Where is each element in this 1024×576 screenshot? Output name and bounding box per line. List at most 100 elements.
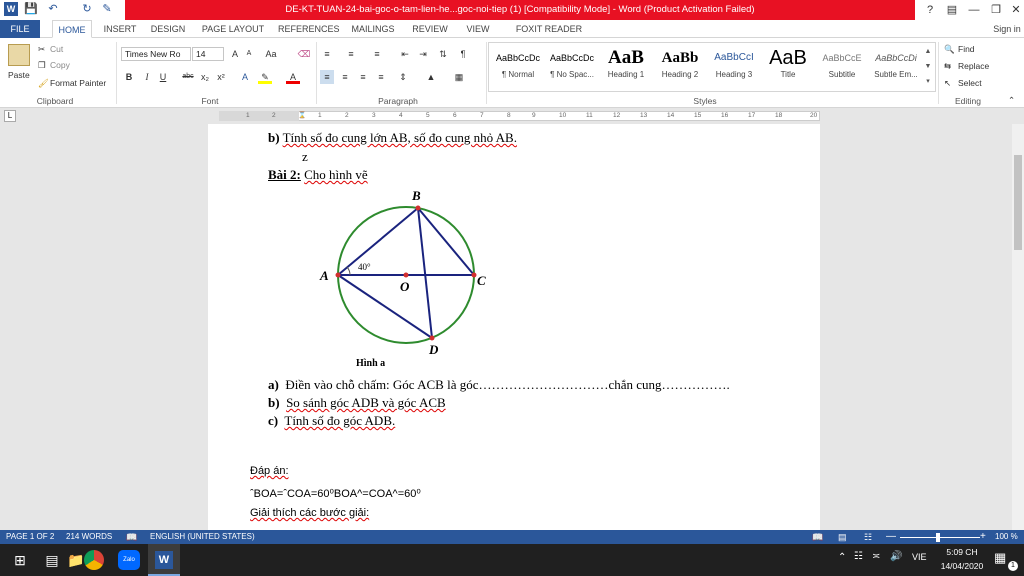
tab-foxit-reader-pdf[interactable]: FOXIT READER PDF xyxy=(506,20,592,52)
style-normal[interactable]: AaBbCcDc ¶ Normal xyxy=(490,44,546,92)
replace-icon[interactable]: ⇆ xyxy=(944,61,951,72)
find-button[interactable]: Find xyxy=(958,44,975,54)
zoom-out-icon[interactable]: — xyxy=(886,530,896,544)
page-count[interactable]: PAGE 1 OF 2 xyxy=(6,530,54,544)
line-spacing-icon[interactable]: ⇕ xyxy=(396,70,410,84)
multilevel-list-icon[interactable]: ≡ xyxy=(370,47,384,61)
font-color-icon[interactable]: A xyxy=(286,70,300,84)
underline-button[interactable]: U xyxy=(156,70,170,84)
format-painter-button[interactable]: Format Painter xyxy=(50,78,106,88)
indent-marker-icon[interactable]: ⌛ xyxy=(298,111,306,121)
bold-button[interactable]: B xyxy=(122,70,136,84)
style-heading-1[interactable]: AaB Heading 1 xyxy=(598,44,654,92)
minimize-icon[interactable]: — xyxy=(962,0,986,20)
proofing-icon[interactable]: 📖 xyxy=(126,530,137,544)
replace-button[interactable]: Replace xyxy=(958,61,989,71)
strikethrough-button[interactable]: abc xyxy=(180,70,196,84)
clock-time[interactable]: 5:09 CH xyxy=(940,547,984,557)
font-name-box[interactable]: Times New Ro xyxy=(121,47,191,61)
copy-button[interactable]: Copy xyxy=(50,60,70,70)
style-subtitle[interactable]: AaBbCcE Subtitle xyxy=(814,44,870,92)
zoom-slider-track[interactable] xyxy=(900,537,980,538)
shading-icon[interactable]: ▲ xyxy=(424,70,438,84)
grow-font-button[interactable]: A xyxy=(228,47,242,61)
tab-review[interactable]: REVIEW xyxy=(410,20,450,38)
customize-icon[interactable]: ✎ xyxy=(100,2,114,16)
find-icon[interactable]: 🔍 xyxy=(944,44,955,55)
document-page[interactable] xyxy=(208,124,820,530)
tab-selector-icon[interactable]: L xyxy=(4,110,16,122)
highlight-icon[interactable]: ✎ xyxy=(258,70,272,84)
tab-file[interactable]: FILE xyxy=(0,20,40,38)
cut-button[interactable]: Cut xyxy=(50,44,63,54)
change-case-button[interactable]: Aa xyxy=(262,47,280,61)
superscript-button[interactable]: x² xyxy=(214,70,228,84)
align-left-icon[interactable]: ≡ xyxy=(320,70,334,84)
show-marks-icon[interactable]: ¶ xyxy=(456,47,470,61)
justify-icon[interactable]: ≡ xyxy=(374,70,388,84)
language-status[interactable]: ENGLISH (UNITED STATES) xyxy=(150,530,255,544)
scrollbar-thumb[interactable] xyxy=(1014,155,1022,250)
paste-icon[interactable] xyxy=(8,44,30,66)
tab-page-layout[interactable]: PAGE LAYOUT xyxy=(200,20,266,38)
subscript-button[interactable]: x₂ xyxy=(198,70,212,84)
clear-formatting-icon[interactable]: ⌫ xyxy=(297,47,311,61)
cut-icon[interactable]: ✂ xyxy=(38,44,45,55)
tab-view[interactable]: VIEW xyxy=(460,20,496,38)
network-icon[interactable]: ☷ xyxy=(854,551,863,562)
select-button[interactable]: Select xyxy=(958,78,982,88)
style-subtle-emphasis[interactable]: AaBbCcDi Subtle Em... xyxy=(868,44,924,92)
style-no-spacing[interactable]: AaBbCcDc ¶ No Spac... xyxy=(544,44,600,92)
styles-scroll-icon[interactable]: ▲ ▼ ▾ xyxy=(922,44,934,90)
volume-icon[interactable]: 🔊 xyxy=(890,551,902,562)
clock-date[interactable]: 14/04/2020 xyxy=(938,561,986,571)
style-title[interactable]: AaB Title xyxy=(760,44,816,92)
print-layout-icon[interactable]: ▤ xyxy=(838,530,847,544)
save-icon[interactable]: 💾 xyxy=(24,2,38,16)
sort-icon[interactable]: ⇅ xyxy=(436,47,450,61)
align-right-icon[interactable]: ≡ xyxy=(356,70,370,84)
tab-mailings[interactable]: MAILINGS xyxy=(348,20,398,38)
tab-references[interactable]: REFERENCES xyxy=(278,20,340,38)
redo-icon[interactable]: ↻ xyxy=(80,2,94,16)
zoom-slider-thumb[interactable] xyxy=(936,533,940,542)
font-size-box[interactable]: 14 xyxy=(192,47,224,61)
word-count[interactable]: 214 WORDS xyxy=(66,530,112,544)
shrink-font-button[interactable]: A xyxy=(242,47,256,61)
italic-button[interactable]: I xyxy=(140,70,154,84)
ribbon-display-icon[interactable]: ▤ xyxy=(940,0,964,20)
align-center-icon[interactable]: ≡ xyxy=(338,70,352,84)
show-hidden-icons[interactable]: ⌃ xyxy=(838,552,846,563)
format-painter-icon[interactable]: 🖌 xyxy=(38,78,49,89)
decrease-indent-icon[interactable]: ⇤ xyxy=(398,47,412,61)
bullets-icon[interactable]: ≡ xyxy=(320,47,334,61)
borders-icon[interactable]: ▦ xyxy=(452,70,466,84)
zoom-in-icon[interactable]: + xyxy=(980,530,986,544)
notification-icon[interactable]: ▦ xyxy=(994,550,1006,566)
style-heading-3[interactable]: AaBbCcI Heading 3 xyxy=(706,44,762,92)
close-icon[interactable]: ✕ xyxy=(1004,0,1024,20)
zalo-icon[interactable]: Zalo xyxy=(118,550,140,570)
increase-indent-icon[interactable]: ⇥ xyxy=(416,47,430,61)
numbering-icon[interactable]: ≡ xyxy=(344,47,358,61)
tab-design[interactable]: DESIGN xyxy=(146,20,190,38)
select-icon[interactable]: ↖ xyxy=(944,78,951,89)
sign-in-link[interactable]: Sign in xyxy=(990,20,1024,38)
help-button[interactable]: ? xyxy=(918,0,942,20)
collapse-ribbon-icon[interactable]: ⌃ xyxy=(1008,95,1015,106)
task-view-icon[interactable]: ▤ xyxy=(40,548,64,572)
input-language[interactable]: VIE xyxy=(912,552,927,562)
zoom-level[interactable]: 100 % xyxy=(995,530,1018,544)
web-layout-icon[interactable]: ☷ xyxy=(864,530,872,544)
tab-home[interactable]: HOME xyxy=(52,20,92,38)
style-heading-2[interactable]: AaBb Heading 2 xyxy=(652,44,708,92)
read-mode-icon[interactable]: 📖 xyxy=(812,530,823,544)
chrome-icon[interactable] xyxy=(84,550,104,570)
tab-insert[interactable]: INSERT xyxy=(100,20,140,38)
paste-button[interactable]: Paste xyxy=(8,70,30,80)
undo-icon[interactable]: ↶ xyxy=(46,2,60,16)
word-app-icon[interactable]: W xyxy=(4,2,18,16)
copy-icon[interactable]: ❐ xyxy=(38,60,46,71)
start-icon[interactable]: ⊞ xyxy=(8,548,32,572)
text-effects-icon[interactable]: A xyxy=(238,70,252,84)
